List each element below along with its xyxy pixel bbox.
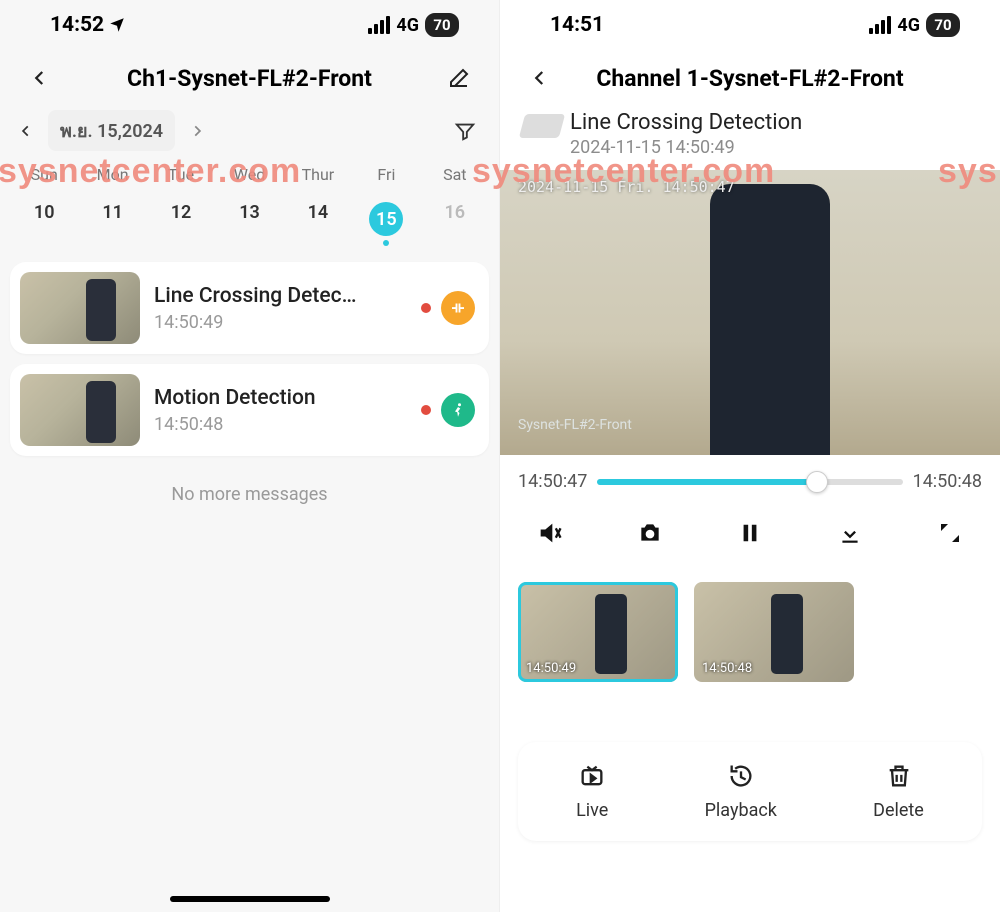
detection-title: Line Crossing Detection [570,110,978,135]
video-player[interactable]: 2024-11-15 Fri. 14:50:47 Sysnet-FL#2-Fro… [500,170,1000,455]
event-time: 14:50:49 [154,312,407,333]
status-time: 14:51 [550,13,604,37]
prev-date-button[interactable] [12,117,40,145]
player-controls [500,498,1000,560]
events-list: Line Crossing Detec… 14:50:49 Motion Det… [0,258,499,527]
snapshot-button[interactable] [630,516,670,550]
event-thumbnail [20,374,140,446]
day-10[interactable]: 10 [10,194,78,244]
date-picker[interactable]: พ.ย. 15,2024 [48,110,175,151]
back-button[interactable] [24,62,56,94]
video-timestamp-overlay: 2024-11-15 Fri. 14:50:47 [518,178,735,196]
video-watermark-overlay: Sysnet-FL#2-Front [518,417,632,433]
page-title: Channel 1-Sysnet-FL#2-Front [596,65,903,92]
next-date-button[interactable] [183,117,211,145]
scrubber-start: 14:50:47 [518,471,587,492]
nav-bar: Ch1-Sysnet-FL#2-Front [0,50,499,106]
phone-events-list: 14:52 4G 70 Ch1-Sysnet-FL#2-Front พ.ย. 1… [0,0,500,912]
day-15-selected[interactable]: 15 [352,194,420,244]
event-motion[interactable]: Motion Detection 14:50:48 [10,364,489,456]
scrubber-handle[interactable] [806,471,828,493]
line-cross-icon [441,291,475,325]
battery-icon: 70 [425,13,459,37]
day-16[interactable]: 16 [421,194,489,244]
scrubber[interactable]: 14:50:47 14:50:48 [500,455,1000,498]
signal-icon [869,16,891,34]
date-row: พ.ย. 15,2024 [0,106,499,155]
status-time: 14:52 [50,13,104,37]
clip-2[interactable]: 14:50:48 [694,582,854,682]
network-label: 4G [897,15,920,36]
back-button[interactable] [524,62,556,94]
scrubber-track[interactable] [597,479,902,485]
action-bar: Live Playback Delete [518,742,982,841]
detection-header: Line Crossing Detection 2024-11-15 14:50… [500,106,1000,160]
delete-button[interactable]: Delete [873,762,924,821]
event-title: Motion Detection [154,386,407,410]
clip-1[interactable]: 14:50:49 [518,582,678,682]
camera-icon [519,114,565,138]
event-title: Line Crossing Detec… [154,284,407,308]
event-line-crossing[interactable]: Line Crossing Detec… 14:50:49 [10,262,489,354]
page-title: Ch1-Sysnet-FL#2-Front [127,65,372,92]
home-indicator[interactable] [170,896,330,902]
week-header: Sun Mon Tue Wed Thur Fri Sat [0,155,499,188]
signal-icon [368,16,390,34]
day-13[interactable]: 13 [215,194,283,244]
day-11[interactable]: 11 [78,194,146,244]
week-days: 10 11 12 13 14 15 16 [0,188,499,258]
mute-button[interactable] [530,516,570,550]
playback-button[interactable]: Playback [705,762,777,821]
clip-thumbnails: 14:50:49 14:50:48 [500,560,1000,692]
location-icon [108,16,126,34]
nav-bar: Channel 1-Sysnet-FL#2-Front [500,50,1000,106]
event-time: 14:50:48 [154,414,407,435]
status-bar: 14:52 4G 70 [0,0,499,50]
detection-time: 2024-11-15 14:50:49 [570,137,978,158]
network-label: 4G [396,15,419,36]
scrubber-end: 14:50:48 [913,471,982,492]
filter-button[interactable] [449,115,481,147]
no-more-messages: No more messages [10,466,489,523]
edit-button[interactable] [443,62,475,94]
battery-icon: 70 [926,13,960,37]
unread-dot-icon [421,405,431,415]
download-button[interactable] [830,516,870,550]
day-12[interactable]: 12 [147,194,215,244]
unread-dot-icon [421,303,431,313]
pause-button[interactable] [730,516,770,550]
motion-icon [441,393,475,427]
live-button[interactable]: Live [576,762,608,821]
phone-event-detail: 14:51 4G 70 Channel 1-Sysnet-FL#2-Front … [500,0,1000,912]
fullscreen-button[interactable] [930,516,970,550]
status-bar: 14:51 4G 70 [500,0,1000,50]
event-thumbnail [20,272,140,344]
day-14[interactable]: 14 [284,194,352,244]
